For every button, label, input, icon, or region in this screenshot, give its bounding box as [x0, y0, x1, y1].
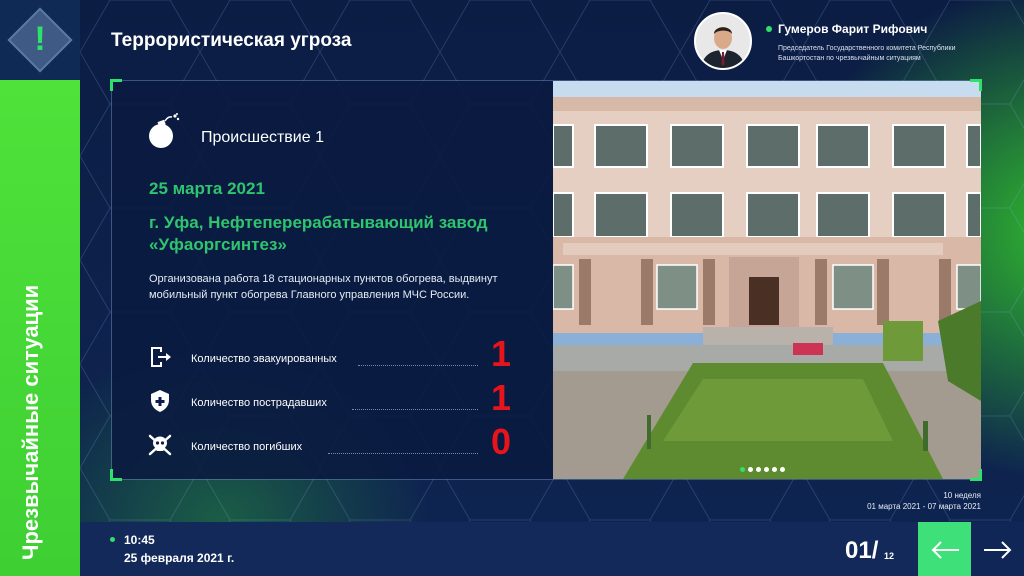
stat-value: 0	[490, 421, 512, 462]
stat-injured: Количество пострадавших 1	[148, 377, 518, 421]
person-role: Председатель Государственного комитета Р…	[778, 45, 956, 62]
skull-icon	[148, 434, 172, 456]
incident-place: г. Уфа, Нефтеперерабатывающий завод «Уфа…	[149, 213, 488, 254]
previous-button[interactable]	[918, 522, 971, 576]
incident-info-panel: Происшествие 1 25 марта 2021 г. Уфа, Неф…	[112, 81, 553, 479]
dotted-divider	[328, 453, 478, 454]
stat-dead: Количество погибших 0	[148, 421, 518, 465]
bullet-icon	[766, 26, 772, 32]
carousel-dot[interactable]	[780, 467, 785, 472]
incident-photo	[553, 81, 981, 479]
carousel-dot[interactable]	[772, 467, 777, 472]
bomb-icon	[149, 113, 180, 148]
footer-bar: 10:45 25 февраля 2021 г. 01/ 12	[80, 522, 1024, 576]
corner-bracket	[110, 469, 122, 481]
week-label: 10 неделя	[943, 491, 981, 500]
carousel-dot[interactable]	[740, 467, 745, 472]
corner-bracket	[970, 79, 982, 91]
carousel-dot[interactable]	[748, 467, 753, 472]
sidebar: ! Чрезвычайные ситуации	[0, 0, 80, 576]
exclamation-icon: !	[34, 20, 46, 58]
incident-date: 25 марта 2021	[149, 179, 265, 198]
page-total: 12	[884, 551, 895, 561]
person-name: Гумеров Фарит Рифович	[778, 22, 928, 36]
week-info: 10 неделя 01 марта 2021 - 07 марта 2021	[867, 490, 981, 512]
dotted-divider	[352, 409, 478, 410]
avatar	[694, 12, 752, 70]
corner-bracket	[110, 79, 122, 91]
incident-title: Происшествие 1	[201, 129, 324, 146]
stat-value: 1	[490, 377, 512, 418]
corner-bracket	[970, 469, 982, 481]
shield-cross-icon	[151, 390, 169, 412]
incident-card: Происшествие 1 25 марта 2021 г. Уфа, Неф…	[110, 79, 982, 481]
incident-description: Организована работа 18 стационарных пунк…	[149, 273, 498, 301]
carousel-dots	[740, 459, 788, 472]
bullet-icon	[110, 537, 115, 542]
carousel-dot[interactable]	[756, 467, 761, 472]
stat-label: Количество эвакуированных	[191, 353, 337, 365]
page-number: 01/	[845, 537, 879, 564]
arrow-left-icon	[931, 541, 959, 559]
dotted-divider	[358, 365, 478, 366]
week-range: 01 марта 2021 - 07 марта 2021	[867, 502, 981, 511]
logo[interactable]: !	[0, 0, 80, 80]
person-photo	[696, 14, 750, 68]
carousel-dot[interactable]	[764, 467, 769, 472]
stat-label: Количество пострадавших	[191, 397, 327, 409]
exit-door-icon	[151, 347, 171, 367]
current-date: 25 февраля 2021 г.	[124, 551, 235, 565]
next-button[interactable]	[971, 522, 1024, 576]
page-title: Террористическая угроза	[111, 30, 352, 51]
stat-label: Количество погибших	[191, 441, 303, 453]
stat-evacuated: Количество эвакуированных 1	[148, 333, 518, 377]
current-time: 10:45	[124, 533, 155, 547]
school-building-image	[553, 81, 981, 479]
sidebar-title: Чрезвычайные ситуации	[18, 284, 43, 560]
arrow-right-icon	[983, 541, 1011, 559]
stat-value: 1	[490, 333, 512, 374]
